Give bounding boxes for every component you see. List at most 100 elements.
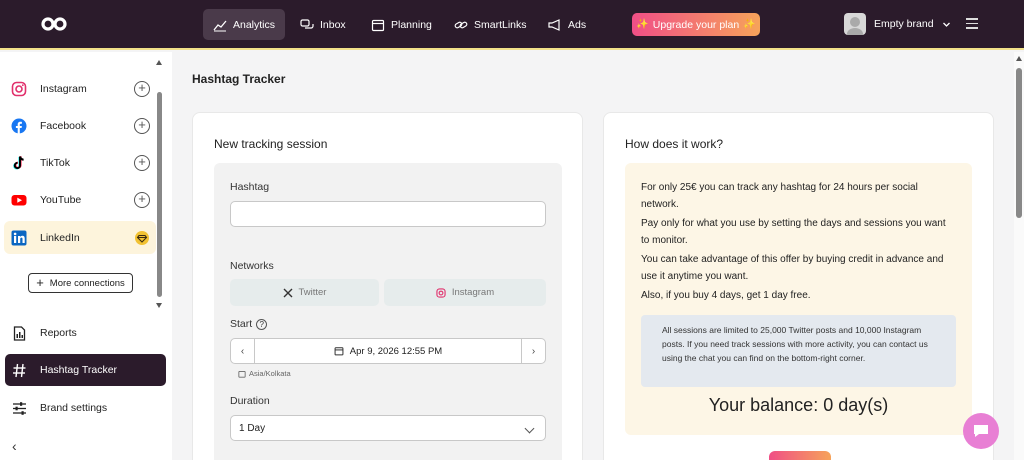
chevron-down-icon xyxy=(524,423,535,434)
add-tiktok-button[interactable]: + xyxy=(134,154,150,171)
info-panel: For only 25€ you can track any hashtag f… xyxy=(625,163,972,435)
nav-analytics[interactable]: Analytics xyxy=(203,9,286,40)
hashtag-label: Hashtag xyxy=(230,181,270,193)
card-title: New tracking session xyxy=(214,137,328,151)
app-logo-icon[interactable] xyxy=(40,15,68,33)
chat-button[interactable] xyxy=(963,413,999,449)
sidebar-item-instagram[interactable]: Instagram + xyxy=(4,72,156,105)
start-date-picker: ‹ Apr 9, 2026 12:55 PM › xyxy=(230,338,546,364)
sidebar-item-label: LinkedIn xyxy=(40,231,80,244)
limits-notice: All sessions are limited to 25,000 Twitt… xyxy=(641,315,956,387)
sparkle-icon: ✨ xyxy=(636,19,649,30)
page-title: Hashtag Tracker xyxy=(192,72,286,86)
collapse-sidebar-icon[interactable]: ‹ xyxy=(12,438,17,454)
start-label-text: Start xyxy=(230,318,253,330)
instagram-icon xyxy=(436,287,446,298)
info-paragraph: Pay only for what you use by setting the… xyxy=(641,218,946,247)
avatar xyxy=(844,13,866,35)
scrollbar-thumb[interactable] xyxy=(157,92,162,297)
network-toggle-twitter[interactable]: Twitter xyxy=(230,279,379,306)
facebook-icon xyxy=(11,118,27,133)
scroll-down-icon[interactable] xyxy=(156,303,162,308)
nav-planning[interactable]: Planning xyxy=(361,9,442,40)
duration-label: Duration xyxy=(230,395,270,407)
duration-select[interactable]: 1 Day xyxy=(230,415,546,441)
nav-inbox[interactable]: Inbox xyxy=(290,9,356,40)
brand-switcher[interactable]: Empty brand xyxy=(844,13,951,35)
nav-smartlinks-label: SmartLinks xyxy=(474,18,527,31)
info-paragraph: Also, if you buy 4 days, get 1 day free. xyxy=(641,290,811,302)
add-instagram-button[interactable]: + xyxy=(134,80,150,97)
upgrade-plan-label: Upgrade your plan xyxy=(652,18,740,31)
sidebar-item-facebook[interactable]: Facebook + xyxy=(4,109,156,142)
sparkle-icon: ✨ xyxy=(743,19,756,30)
sidebar-item-label: Hashtag Tracker xyxy=(40,364,118,376)
hashtag-icon xyxy=(13,363,26,377)
megaphone-icon xyxy=(548,18,560,31)
sidebar-item-hashtag-tracker[interactable]: Hashtag Tracker xyxy=(5,354,166,386)
session-form: Hashtag Networks Twitter Instagram Start… xyxy=(214,163,562,460)
info-paragraph: You can take advantage of this offer by … xyxy=(641,254,944,283)
network-toggle-instagram[interactable]: Instagram xyxy=(384,279,546,306)
sidebar-item-label: YouTube xyxy=(40,193,82,206)
chart-line-icon xyxy=(213,20,227,31)
instagram-icon xyxy=(11,81,27,96)
sidebar: Instagram + Facebook + TikTok + YouTube … xyxy=(0,52,172,460)
more-connections-button[interactable]: + More connections xyxy=(28,273,133,293)
info-paragraph: For only 25€ you can track any hashtag f… xyxy=(641,182,918,211)
card-title: How does it work? xyxy=(625,137,724,151)
buy-credit-button[interactable] xyxy=(769,451,831,460)
network-toggle-label: Instagram xyxy=(451,287,495,298)
scrollbar-thumb[interactable] xyxy=(1016,68,1022,218)
timezone-note: Asia/Kolkata xyxy=(238,369,291,378)
previous-date-button[interactable]: ‹ xyxy=(231,339,255,363)
nav-analytics-label: Analytics xyxy=(233,18,276,31)
sidebar-item-linkedin[interactable]: LinkedIn xyxy=(4,221,156,254)
sidebar-item-label: Facebook xyxy=(40,119,87,132)
sidebar-item-reports[interactable]: Reports xyxy=(5,317,166,349)
sidebar-item-youtube[interactable]: YouTube + xyxy=(4,183,156,216)
info-text: For only 25€ you can track any hashtag f… xyxy=(641,179,956,306)
link-icon xyxy=(454,21,468,28)
upgrade-plan-button[interactable]: ✨ Upgrade your plan ✨ xyxy=(632,13,760,36)
more-connections-label: More connections xyxy=(49,277,125,289)
calendar-icon xyxy=(334,347,344,356)
sidebar-item-label: TikTok xyxy=(40,156,70,169)
add-youtube-button[interactable]: + xyxy=(134,191,150,208)
tiktok-icon xyxy=(13,155,24,169)
timezone-text: Asia/Kolkata xyxy=(249,369,291,378)
chevron-down-icon xyxy=(942,22,950,27)
chat-bubbles-icon xyxy=(300,18,314,29)
hashtag-input[interactable] xyxy=(230,201,546,227)
add-facebook-button[interactable]: + xyxy=(134,117,150,134)
nav-smartlinks[interactable]: SmartLinks xyxy=(444,9,537,40)
start-label: Start? xyxy=(230,318,268,330)
scroll-up-icon[interactable] xyxy=(1016,56,1022,61)
nav-ads[interactable]: Ads xyxy=(538,9,596,40)
help-icon[interactable]: ? xyxy=(256,318,268,330)
sidebar-item-tiktok[interactable]: TikTok + xyxy=(4,146,156,179)
network-toggle-label: Twitter xyxy=(298,287,327,298)
start-date-value[interactable]: Apr 9, 2026 12:55 PM xyxy=(255,346,521,357)
sidebar-scrollbar[interactable] xyxy=(156,58,163,308)
how-it-works-card: How does it work? For only 25€ you can t… xyxy=(603,112,994,460)
globe-calendar-icon xyxy=(238,370,246,378)
sidebar-item-label: Reports xyxy=(40,327,77,339)
youtube-icon xyxy=(11,194,27,205)
top-bar: Analytics Inbox Planning SmartLinks Ads … xyxy=(0,0,1024,50)
sliders-icon xyxy=(13,401,26,415)
nav-ads-label: Ads xyxy=(568,18,587,31)
scroll-up-icon[interactable] xyxy=(156,60,162,65)
sidebar-item-label: Instagram xyxy=(40,82,87,95)
chat-icon xyxy=(974,425,988,437)
balance-text: Your balance: 0 day(s) xyxy=(708,395,889,415)
start-date-text: Apr 9, 2026 12:55 PM xyxy=(349,345,443,357)
nav-planning-label: Planning xyxy=(391,18,432,31)
linkedin-icon xyxy=(11,230,27,245)
hamburger-menu-icon[interactable] xyxy=(966,18,978,30)
sidebar-item-brand-settings[interactable]: Brand settings xyxy=(5,392,166,424)
calendar-icon xyxy=(371,19,385,31)
next-date-button[interactable]: › xyxy=(521,339,545,363)
plus-icon: + xyxy=(36,275,44,290)
page-scrollbar[interactable] xyxy=(1014,52,1024,460)
